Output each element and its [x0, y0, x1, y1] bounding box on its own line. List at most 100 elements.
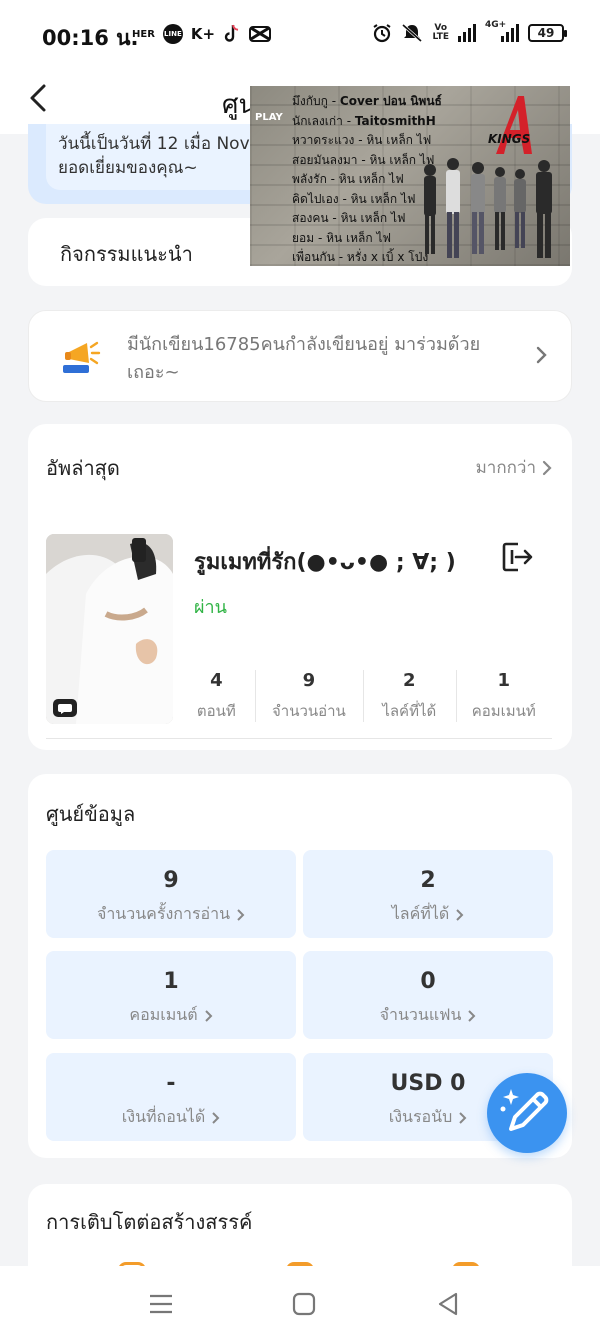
system-nav-bar: [0, 1266, 600, 1340]
stat-likes: 2 ไลค์ที่ได้: [363, 670, 456, 730]
track-song: คิดไปเอง -: [292, 191, 351, 206]
play-label: PLAY: [255, 112, 283, 123]
story-stats: 4 ตอนที 9 จำนวนอ่าน 2 ไลค์ที่ได้ 1 คอมเม…: [178, 670, 552, 730]
floating-video-player[interactable]: KINGS PLAY มึงกับกู - Cover ปอน นิพนธ์ น…: [250, 86, 570, 266]
welcome-line-2: ยอดเยี่ยมของคุณ~: [58, 158, 198, 178]
signal-icon: [458, 24, 476, 42]
stat-reads: 9 จำนวนอ่าน: [254, 670, 363, 730]
notification-icons: HER LINE K+: [132, 24, 272, 44]
chevron-right-icon: [237, 908, 245, 921]
track-item: หวาดระแวง - หิน เหล็ก ไฟ: [292, 131, 442, 151]
stat-comments: 1 คอมเมนท์: [455, 670, 552, 730]
track-artist: หิน เหล็ก ไฟ: [340, 211, 406, 225]
track-item: นักเลงเก่า - TaitosmithH: [292, 112, 442, 132]
logo-text: KINGS: [488, 132, 531, 146]
tile-value: 2: [420, 868, 436, 893]
tile-value: 0: [420, 969, 436, 994]
kings-logo-icon: [496, 96, 532, 154]
track-artist: หิน เหล็ก ไฟ: [366, 133, 432, 147]
stat-value: 9: [302, 670, 316, 691]
track-song: สองคน -: [292, 211, 341, 225]
track-item: เพื่อนกัน - หรั่ง x เบิ้ x โป่ง: [292, 248, 442, 266]
track-song: มึงกับกู -: [292, 94, 340, 108]
divider: [46, 738, 552, 739]
track-song: หวาดระแวง -: [292, 133, 367, 147]
track-artist: หิน เหล็ก ไฟ: [350, 191, 416, 206]
battery-level: 49: [537, 26, 555, 40]
chevron-right-icon: [204, 1009, 213, 1022]
track-item: พลังรัก - หิน เหล็ก ไฟ: [292, 170, 442, 190]
mute-icon: [402, 23, 423, 43]
battery-icon: 49: [528, 24, 567, 42]
signal-4g-icon: 4G+: [485, 20, 519, 42]
tile-label-text: จำนวนครั้งการอ่าน: [96, 904, 231, 923]
write-fab-button[interactable]: [487, 1073, 567, 1153]
tile-label-text: คอมเมนต์: [129, 1005, 198, 1024]
alarm-icon: [373, 24, 392, 43]
track-item: มึงกับกู - Cover ปอน นิพนธ์: [292, 92, 442, 112]
tiktok-icon: [224, 24, 239, 42]
chevron-right-icon: [542, 460, 552, 475]
kplus-icon: K+: [190, 25, 216, 43]
chevron-right-icon: [212, 1111, 220, 1124]
back-arrow-icon[interactable]: [22, 80, 58, 116]
recent-apps-icon[interactable]: [145, 1288, 177, 1320]
tile-label-text: เงินรอนับ: [388, 1107, 453, 1126]
back-nav-icon[interactable]: [432, 1288, 464, 1320]
system-icons: Vo LTE 4G+ 49: [372, 20, 567, 43]
line-icon: LINE: [162, 24, 183, 44]
track-song: สอยมันลงมา -: [292, 152, 370, 167]
data-center-title: ศูนย์ข้อมูล: [46, 802, 136, 826]
home-icon[interactable]: [288, 1288, 320, 1320]
track-item: สอยมันลงมา - หิน เหล็ก ไฟ: [292, 151, 442, 171]
tile-value: -: [166, 1071, 176, 1096]
tile-read-count[interactable]: 9 จำนวนครั้งการอ่าน: [46, 850, 296, 938]
writers-invite-banner[interactable]: มีนักเขียน16785คนกำลังเขียนอยู่ มาร่วมด้…: [28, 310, 572, 402]
story-cover-image[interactable]: [46, 534, 173, 724]
volte-indicator: Vo LTE: [432, 23, 449, 42]
stat-value: 1: [497, 670, 511, 691]
comment-badge-icon: [53, 699, 77, 717]
capcut-icon: [249, 26, 272, 42]
exit-icon[interactable]: [500, 540, 534, 574]
tile-comments[interactable]: 1 คอมเมนต์: [46, 951, 296, 1039]
welcome-line-1: วันนี้เป็นวันที่ 12 เมื่อ Nov: [58, 134, 250, 154]
track-song: นักเลงเก่า -: [292, 113, 355, 128]
tile-label-text: เงินที่ถอนได้: [121, 1107, 206, 1126]
track-item: ยอม - หิน เหล็ก ไฟ: [292, 229, 442, 249]
stat-value: 2: [403, 670, 416, 691]
pencil-icon: [500, 1089, 549, 1131]
track-artist: TaitosmithH: [354, 113, 436, 128]
tile-value: 1: [163, 969, 179, 994]
story-title[interactable]: รูมเมทที่รัก(●•ᴗ•● ; ∀; ): [194, 544, 456, 579]
track-item: คิดไปเอง - หิน เหล็ก ไฟ: [292, 190, 442, 210]
tile-label: เงินที่ถอนได้: [46, 1105, 296, 1130]
track-song: เพื่อนกัน -: [292, 250, 347, 264]
track-song: ยอม -: [292, 230, 327, 245]
tile-label: ไลค์ที่ได้: [303, 902, 553, 927]
tile-label: จำนวนครั้งการอ่าน: [46, 902, 296, 927]
recommended-activity-title: กิจกรรมแนะนำ: [60, 242, 193, 266]
stat-label: ไลค์ที่ได้: [382, 702, 437, 720]
more-label: มากกว่า: [475, 458, 536, 478]
track-artist: Cover ปอน นิพนธ์: [339, 94, 442, 108]
stat-value: 4: [210, 670, 223, 691]
tile-label: จำนวนแฟน: [303, 1003, 553, 1028]
tile-label-text: ไลค์ที่ได้: [391, 904, 450, 923]
track-artist: หิน เหล็ก ไฟ: [369, 152, 435, 167]
track-artist: หิน เหล็ก ไฟ: [326, 230, 392, 245]
tile-fans[interactable]: 0 จำนวนแฟน: [303, 951, 553, 1039]
status-bar: 00:16 น. HER LINE K+ Vo LTE 4G+ 49: [0, 0, 600, 70]
writers-invite-text: มีนักเขียน16785คนกำลังเขียนอยู่ มาร่วมด้…: [127, 334, 481, 383]
track-artist: หิน เหล็ก ไฟ: [338, 172, 404, 186]
tile-likes[interactable]: 2 ไลค์ที่ได้: [303, 850, 553, 938]
cover-photo: [46, 534, 173, 724]
her-icon: HER: [132, 28, 155, 40]
megaphone-icon: [63, 341, 101, 373]
tile-label-text: จำนวนแฟน: [379, 1005, 462, 1024]
chevron-right-icon: [468, 1009, 476, 1022]
tile-label: คอมเมนต์: [46, 1003, 296, 1028]
more-link[interactable]: มากกว่า: [476, 454, 552, 481]
track-item: สองคน - หิน เหล็ก ไฟ: [292, 209, 442, 229]
tile-withdrawable[interactable]: - เงินที่ถอนได้: [46, 1053, 296, 1141]
